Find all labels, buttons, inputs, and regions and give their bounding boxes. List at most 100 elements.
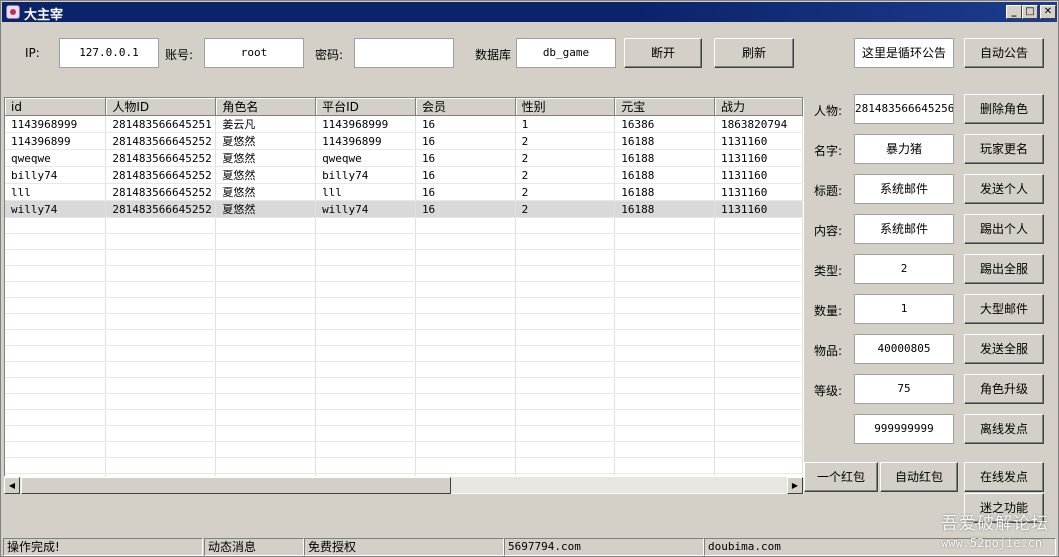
table-row[interactable]: 1143968999 281483566645251 姜云凡 1143968999 16… bbox=[5, 115, 803, 133]
empty-row bbox=[5, 313, 803, 330]
column-header[interactable]: 性别 bbox=[515, 98, 616, 116]
send-all-button[interactable]: 发送全服 bbox=[964, 334, 1044, 364]
scroll-left-icon[interactable]: ◀ bbox=[4, 477, 20, 494]
empty-cell bbox=[105, 281, 217, 298]
empty-cell bbox=[105, 409, 217, 426]
empty-row bbox=[5, 265, 803, 282]
empty-cell bbox=[215, 217, 317, 234]
column-header[interactable]: 元宝 bbox=[614, 98, 715, 116]
announcement-input[interactable]: 这里是循环公告 bbox=[854, 38, 954, 68]
subject-input[interactable]: 系统邮件 bbox=[854, 174, 954, 204]
empty-row bbox=[5, 281, 803, 298]
table-cell: 114396899 bbox=[5, 132, 107, 150]
title-bar[interactable]: 大主宰 _ □ ✕ bbox=[2, 2, 1057, 23]
empty-row bbox=[5, 249, 803, 266]
empty-cell bbox=[515, 249, 616, 266]
column-header[interactable]: id bbox=[5, 98, 107, 116]
column-header[interactable]: 平台ID bbox=[315, 98, 416, 116]
empty-row bbox=[5, 217, 803, 234]
empty-cell bbox=[714, 441, 803, 458]
empty-cell bbox=[315, 297, 416, 314]
empty-cell bbox=[714, 329, 803, 346]
empty-cell bbox=[315, 217, 416, 234]
status-text: 操作完成! bbox=[3, 538, 203, 556]
table-cell: willy74 bbox=[5, 200, 107, 218]
table-row[interactable]: qweqwe 281483566645252 夏悠然 qweqwe 16 2 16188 11… bbox=[5, 149, 803, 167]
empty-cell bbox=[614, 345, 715, 362]
table-cell: 2 bbox=[515, 149, 616, 167]
rename-player-button[interactable]: 玩家更名 bbox=[964, 134, 1044, 164]
empty-cell bbox=[714, 297, 803, 314]
scrollbar-thumb[interactable] bbox=[21, 477, 451, 494]
send-personal-button[interactable]: 发送个人 bbox=[964, 174, 1044, 204]
empty-cell bbox=[614, 361, 715, 378]
table-cell: willy74 bbox=[315, 200, 416, 218]
auto-announcement-button[interactable]: 自动公告 bbox=[964, 38, 1044, 68]
empty-cell bbox=[614, 281, 715, 298]
minimize-button[interactable]: _ bbox=[1006, 5, 1022, 19]
column-header[interactable]: 会员 bbox=[415, 98, 516, 116]
auto-red-packet-button[interactable]: 自动红包 bbox=[880, 462, 958, 492]
empty-cell bbox=[315, 249, 416, 266]
table-cell: 姜云凡 bbox=[215, 115, 317, 133]
table-cell: 1131160 bbox=[714, 132, 803, 150]
empty-cell bbox=[415, 345, 516, 362]
table-cell: 16188 bbox=[614, 132, 715, 150]
empty-row bbox=[5, 329, 803, 346]
ip-input[interactable]: 127.0.0.1 bbox=[59, 38, 159, 68]
empty-cell bbox=[5, 313, 107, 330]
type-input[interactable]: 2 bbox=[854, 254, 954, 284]
level-input[interactable]: 75 bbox=[854, 374, 954, 404]
player-table[interactable]: id 人物ID 角色名 平台ID 会员 性别 元宝 战力 1143968999 2… bbox=[4, 97, 804, 494]
empty-cell bbox=[614, 265, 715, 282]
table-row[interactable]: lll 281483566645252 夏悠然 lll 16 2 16188 1131160 bbox=[5, 183, 803, 201]
table-cell: qweqwe bbox=[315, 149, 416, 167]
online-points-button[interactable]: 在线发点 bbox=[964, 462, 1044, 492]
empty-cell bbox=[215, 425, 317, 442]
role-upgrade-button[interactable]: 角色升级 bbox=[964, 374, 1044, 404]
empty-cell bbox=[315, 425, 416, 442]
empty-cell bbox=[5, 409, 107, 426]
database-input[interactable]: db_game bbox=[516, 38, 616, 68]
kick-all-button[interactable]: 踢出全服 bbox=[964, 254, 1044, 284]
empty-cell bbox=[5, 217, 107, 234]
empty-cell bbox=[515, 313, 616, 330]
table-cell: 夏悠然 bbox=[215, 132, 317, 150]
quantity-input[interactable]: 1 bbox=[854, 294, 954, 324]
password-input[interactable] bbox=[354, 38, 454, 68]
name-input[interactable]: 暴力猪 bbox=[854, 134, 954, 164]
table-row[interactable]: billy74 281483566645252 夏悠然 billy74 16 2 16188… bbox=[5, 166, 803, 184]
empty-cell bbox=[315, 441, 416, 458]
close-button[interactable]: ✕ bbox=[1040, 5, 1056, 19]
table-cell: 2 bbox=[515, 132, 616, 150]
empty-cell bbox=[515, 217, 616, 234]
delete-role-button[interactable]: 删除角色 bbox=[964, 94, 1044, 124]
column-header[interactable]: 人物ID bbox=[105, 98, 217, 116]
content-input[interactable]: 系统邮件 bbox=[854, 214, 954, 244]
empty-cell bbox=[515, 361, 616, 378]
table-cell: 夏悠然 bbox=[215, 200, 317, 218]
maximize-button[interactable]: □ bbox=[1022, 5, 1038, 19]
offline-points-button[interactable]: 离线发点 bbox=[964, 414, 1044, 444]
column-header[interactable]: 角色名 bbox=[215, 98, 317, 116]
table-row[interactable]: willy74 281483566645252 夏悠然 willy74 16 2 16188… bbox=[5, 200, 803, 218]
scroll-right-icon[interactable]: ▶ bbox=[787, 477, 803, 494]
account-input[interactable]: root bbox=[204, 38, 304, 68]
character-input[interactable]: 281483566645256 bbox=[854, 94, 954, 124]
big-mail-button[interactable]: 大型邮件 bbox=[964, 294, 1044, 324]
empty-cell bbox=[315, 281, 416, 298]
kick-personal-button[interactable]: 踢出个人 bbox=[964, 214, 1044, 244]
empty-cell bbox=[5, 329, 107, 346]
disconnect-button[interactable]: 断开 bbox=[624, 38, 702, 68]
column-header[interactable]: 战力 bbox=[714, 98, 803, 116]
horizontal-scrollbar[interactable]: ◀ ▶ bbox=[4, 476, 804, 494]
table-row[interactable]: 114396899 281483566645252 夏悠然 114396899 16 2 1… bbox=[5, 132, 803, 150]
one-red-packet-button[interactable]: 一个红包 bbox=[804, 462, 878, 492]
item-input[interactable]: 40000805 bbox=[854, 334, 954, 364]
empty-cell bbox=[714, 217, 803, 234]
points-input[interactable]: 999999999 bbox=[854, 414, 954, 444]
empty-cell bbox=[5, 233, 107, 250]
empty-row bbox=[5, 457, 803, 474]
refresh-button[interactable]: 刷新 bbox=[714, 38, 794, 68]
empty-cell bbox=[105, 425, 217, 442]
